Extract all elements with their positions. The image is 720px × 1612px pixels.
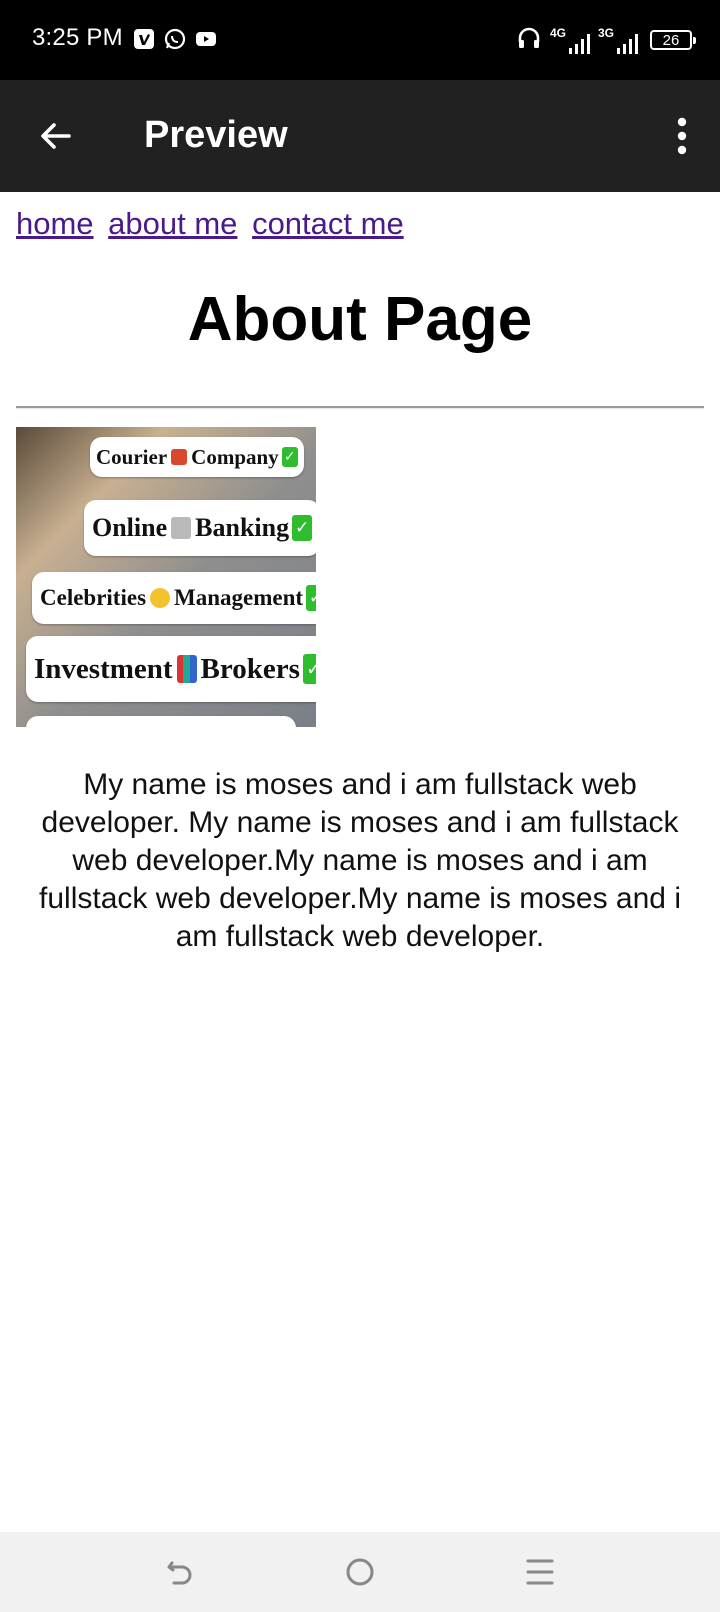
web-preview: home about me contact me About Page Cour… bbox=[0, 192, 720, 1532]
site-nav: home about me contact me bbox=[16, 206, 410, 242]
image-line-3: Celebrities Management ✓ bbox=[32, 572, 316, 624]
page-heading: About Page bbox=[187, 285, 533, 354]
check-icon: ✓ bbox=[281, 447, 298, 467]
check-icon: ✓ bbox=[302, 654, 316, 684]
bar-chart-icon bbox=[176, 655, 197, 683]
youtube-icon bbox=[195, 28, 217, 50]
status-time: 3:25 PM bbox=[32, 24, 123, 51]
nav-link-contact[interactable]: contact me bbox=[252, 206, 404, 241]
signal-bars-icon bbox=[617, 34, 638, 54]
menu-lines-icon bbox=[526, 1559, 554, 1585]
vimeo-icon bbox=[133, 28, 155, 50]
system-nav-bar bbox=[0, 1532, 720, 1612]
signal-bars-icon bbox=[569, 34, 590, 54]
back-button[interactable] bbox=[36, 116, 76, 156]
check-icon: ✓ bbox=[306, 585, 316, 611]
battery-level: 26 bbox=[662, 31, 680, 49]
whatsapp-icon bbox=[164, 28, 186, 50]
home-circle-icon bbox=[346, 1558, 374, 1586]
back-nav-button[interactable] bbox=[162, 1554, 198, 1590]
recents-nav-button[interactable] bbox=[522, 1554, 558, 1590]
star-face-icon bbox=[150, 588, 171, 608]
app-bar-title: Preview bbox=[144, 114, 288, 156]
more-vertical-icon bbox=[677, 117, 687, 155]
status-bar: 3:25 PM 4G 3G 26 bbox=[0, 0, 720, 80]
nav-link-about[interactable]: about me bbox=[108, 206, 237, 241]
battery-indicator: 26 bbox=[650, 30, 696, 50]
back-gesture-icon bbox=[167, 1561, 192, 1585]
truck-icon bbox=[171, 449, 188, 465]
image-line-partial bbox=[26, 716, 296, 727]
network-signal-2: 3G bbox=[598, 26, 638, 54]
network-signal-1: 4G bbox=[550, 26, 590, 54]
image-line-1: Courier Company ✓ bbox=[90, 437, 304, 477]
arrow-left-icon bbox=[41, 123, 71, 149]
status-indicators: 4G 3G 26 bbox=[516, 24, 696, 56]
horizontal-rule bbox=[16, 406, 704, 409]
status-app-icons bbox=[133, 28, 217, 52]
more-options-button[interactable] bbox=[674, 116, 690, 156]
home-nav-button[interactable] bbox=[342, 1554, 378, 1590]
network-type-1: 4G bbox=[550, 26, 567, 40]
image-line-2: Online Banking ✓ bbox=[84, 500, 316, 556]
nav-link-home[interactable]: home bbox=[16, 206, 94, 241]
check-icon: ✓ bbox=[292, 515, 313, 541]
promo-image: Courier Company ✓ Online Banking ✓ Celeb… bbox=[16, 427, 316, 727]
bio-text: My name is moses and i am fullstack web … bbox=[39, 768, 681, 953]
image-line-4: Investment Brokers ✓ bbox=[26, 636, 316, 702]
headphones-icon bbox=[516, 25, 542, 56]
network-type-2: 3G bbox=[598, 26, 615, 40]
app-bar: Preview bbox=[0, 80, 720, 192]
bank-icon bbox=[171, 517, 192, 539]
